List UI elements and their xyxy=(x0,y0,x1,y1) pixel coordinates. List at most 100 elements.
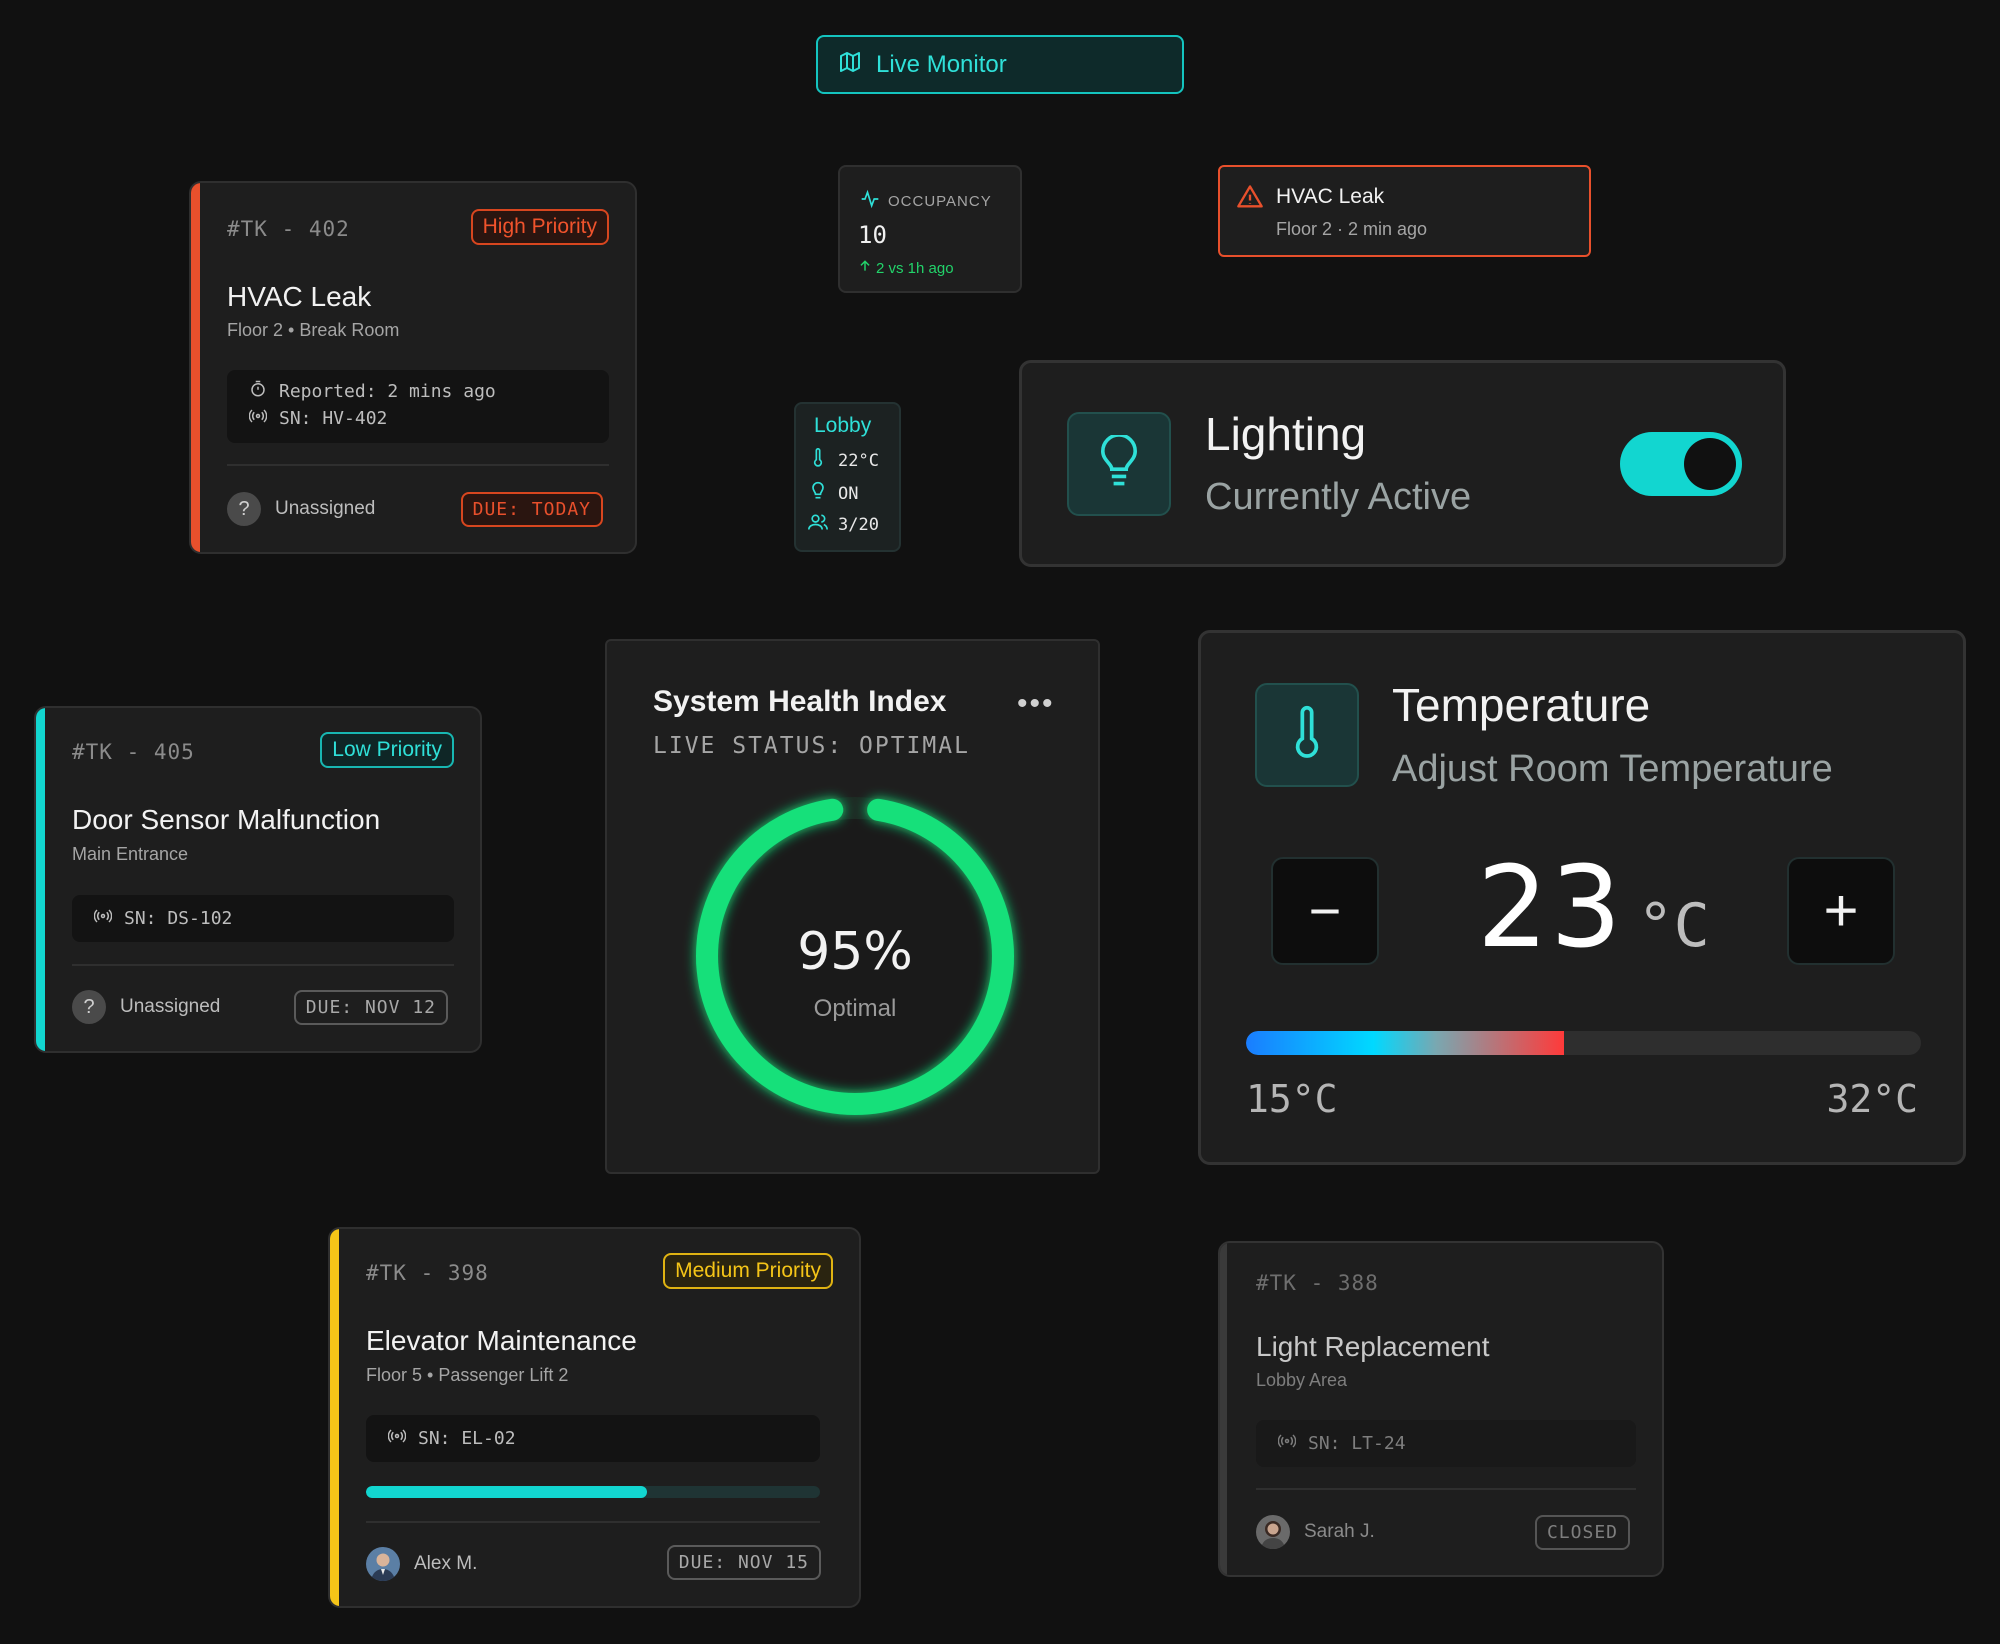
temperature-unit: °C xyxy=(1637,891,1710,961)
occupancy-value: 10 xyxy=(858,221,887,249)
status-badge: CLOSED xyxy=(1534,1515,1630,1550)
alert-subtitle: Floor 2 · 2 min ago xyxy=(1276,219,1428,239)
alert-title: HVAC Leak xyxy=(1276,185,1385,208)
ticket-title: Light Replacement xyxy=(1256,1331,1490,1362)
lobby-light: ON xyxy=(838,483,859,504)
priority-stripe xyxy=(191,183,200,552)
occupancy-delta: 2 vs 1h ago xyxy=(876,260,954,277)
health-state: Optimal xyxy=(814,995,897,1022)
health-status: LIVE STATUS: OPTIMAL xyxy=(653,733,970,759)
ticket-title: HVAC Leak xyxy=(227,281,372,312)
priority-badge: High Priority xyxy=(470,209,609,245)
lobby-occupancy: 3/20 xyxy=(838,514,879,535)
avatar xyxy=(1256,1515,1290,1549)
signal-icon xyxy=(93,907,113,930)
ticket-card-402[interactable]: #TK - 402 High Priority HVAC Leak Floor … xyxy=(189,181,637,554)
divider xyxy=(1256,1488,1636,1490)
lobby-title: Lobby xyxy=(814,414,872,437)
divider xyxy=(366,1521,820,1523)
ticket-details: SN: DS-102 xyxy=(72,895,454,942)
temperature-subtitle: Adjust Room Temperature xyxy=(1392,748,1833,790)
ticket-title: Elevator Maintenance xyxy=(366,1325,637,1356)
due-badge: DUE: NOV 15 xyxy=(666,1545,821,1580)
ticket-serial: SN: HV-402 xyxy=(279,408,388,429)
ticket-id: #TK - 398 xyxy=(366,1261,489,1285)
priority-badge: Low Priority xyxy=(320,732,454,768)
assignee-name: Alex M. xyxy=(414,1553,478,1574)
due-badge: DUE: NOV 12 xyxy=(293,990,448,1025)
ticket-card-405[interactable]: #TK - 405 Low Priority Door Sensor Malfu… xyxy=(34,706,482,1053)
temperature-card: Temperature Adjust Room Temperature − 23… xyxy=(1198,630,1966,1165)
occupancy-label: OCCUPANCY xyxy=(888,193,992,210)
assignee-name: Sarah J. xyxy=(1304,1521,1375,1542)
minus-icon: − xyxy=(1308,879,1342,942)
timer-icon xyxy=(249,380,267,403)
temperature-icon-tile xyxy=(1255,683,1359,787)
temperature-slider-track[interactable] xyxy=(1246,1031,1921,1055)
divider xyxy=(227,464,609,466)
priority-badge: Medium Priority xyxy=(663,1253,833,1289)
ticket-assignee[interactable]: ? Unassigned xyxy=(227,492,375,526)
increase-button[interactable]: + xyxy=(1787,857,1895,965)
ticket-reported: Reported: 2 mins ago xyxy=(279,381,496,402)
toggle-knob xyxy=(1684,438,1736,490)
activity-icon xyxy=(860,189,880,214)
health-title: System Health Index xyxy=(653,685,947,718)
temperature-min: 15°C xyxy=(1246,1077,1338,1121)
hvac-alert[interactable]: HVAC Leak Floor 2 · 2 min ago xyxy=(1218,165,1591,257)
plus-icon: + xyxy=(1823,877,1859,944)
temperature-max: 32°C xyxy=(1826,1077,1918,1121)
temperature-readout: 23 °C xyxy=(1477,843,1710,973)
ticket-assignee[interactable]: ? Unassigned xyxy=(72,990,220,1024)
ticket-id: #TK - 402 xyxy=(227,217,350,241)
unassigned-icon: ? xyxy=(72,990,106,1024)
lighting-title: Lighting xyxy=(1205,408,1367,460)
divider xyxy=(72,964,454,966)
lighting-card: Lighting Currently Active xyxy=(1019,360,1786,567)
assignee-name: Unassigned xyxy=(120,996,221,1017)
ticket-serial: SN: DS-102 xyxy=(124,908,233,929)
priority-stripe xyxy=(36,708,45,1051)
ticket-details: SN: LT-24 xyxy=(1256,1420,1636,1467)
ticket-assignee[interactable]: Alex M. xyxy=(366,1547,477,1581)
ticket-card-388[interactable]: #TK - 388 Light Replacement Lobby Area S… xyxy=(1218,1241,1664,1577)
live-monitor-button[interactable]: Live Monitor xyxy=(816,35,1184,94)
ticket-location: Floor 5 • Passenger Lift 2 xyxy=(366,1365,569,1385)
signal-icon xyxy=(387,1427,407,1450)
lightbulb-icon xyxy=(1097,432,1141,494)
temperature-slider-fill xyxy=(1246,1031,1564,1055)
due-badge: DUE: TODAY xyxy=(460,492,603,527)
status-stripe xyxy=(1220,1243,1227,1575)
users-icon xyxy=(808,513,828,536)
temperature-value: 23 xyxy=(1477,843,1624,973)
signal-icon xyxy=(1277,1432,1297,1455)
lobby-widget[interactable]: Lobby 22°C ON 3/20 xyxy=(794,402,901,552)
priority-stripe xyxy=(330,1229,339,1606)
decrease-button[interactable]: − xyxy=(1271,857,1379,965)
lightbulb-icon xyxy=(810,481,826,506)
ticket-id: #TK - 405 xyxy=(72,740,195,764)
live-monitor-label: Live Monitor xyxy=(876,50,1007,78)
ticket-location: Lobby Area xyxy=(1256,1370,1348,1390)
assignee-name: Unassigned xyxy=(275,498,376,519)
avatar xyxy=(366,1547,400,1581)
ticket-serial: SN: LT-24 xyxy=(1308,1433,1406,1454)
ticket-card-398[interactable]: #TK - 398 Medium Priority Elevator Maint… xyxy=(328,1227,861,1608)
ticket-serial: SN: EL-02 xyxy=(418,1428,516,1449)
signal-icon xyxy=(248,407,268,430)
thermometer-icon xyxy=(1292,705,1322,766)
health-percent: 95% xyxy=(797,922,913,982)
ticket-details: SN: EL-02 xyxy=(366,1415,820,1462)
unassigned-icon: ? xyxy=(227,492,261,526)
ticket-progress-fill xyxy=(366,1486,648,1498)
lighting-toggle[interactable] xyxy=(1620,432,1742,496)
lobby-temp: 22°C xyxy=(838,450,879,471)
ticket-assignee[interactable]: Sarah J. xyxy=(1256,1515,1375,1549)
thermometer-icon xyxy=(810,448,826,473)
temperature-title: Temperature xyxy=(1392,679,1651,731)
ticket-title: Door Sensor Malfunction xyxy=(72,804,381,835)
more-options-icon[interactable]: ••• xyxy=(1017,687,1055,721)
map-icon xyxy=(838,50,862,79)
warning-icon xyxy=(1236,183,1264,216)
ticket-location: Floor 2 • Break Room xyxy=(227,320,400,340)
